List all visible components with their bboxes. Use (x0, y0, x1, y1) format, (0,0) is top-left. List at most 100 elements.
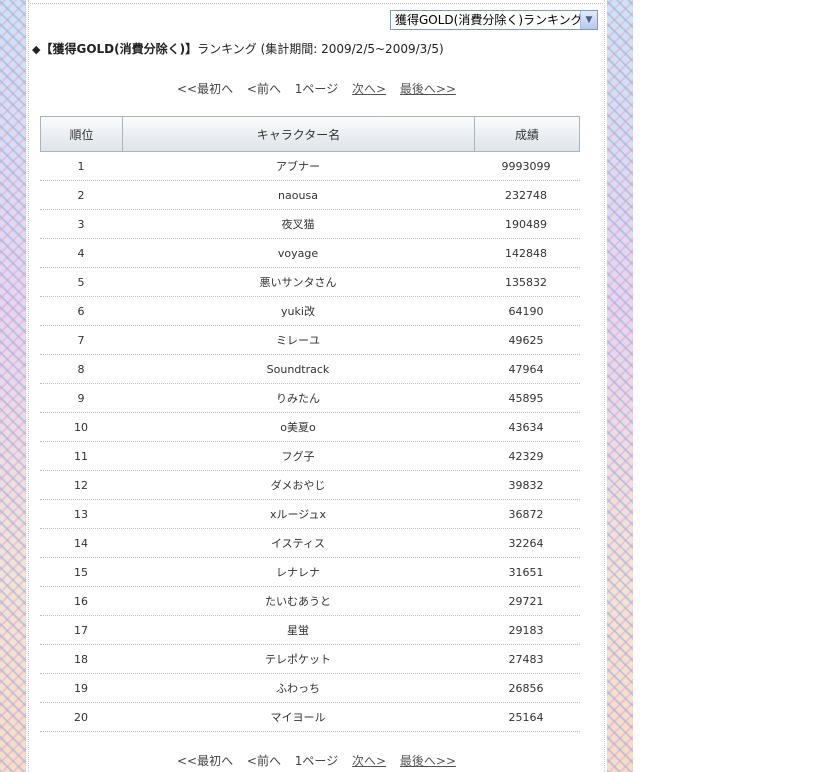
pager-first: <<最初へ (176, 754, 234, 768)
pager-last-link[interactable]: 最後へ>> (400, 752, 456, 769)
cell-rank: 5 (77, 275, 85, 289)
cell-character-name: アブナー (276, 160, 320, 173)
cell-score: 142848 (505, 246, 547, 260)
cell-character-name: 悪いサンタさん (259, 276, 337, 289)
cell-rank: 6 (77, 304, 85, 318)
table-row: 4 voyage 142848 (40, 239, 580, 268)
cell-character-name: o美夏o (280, 421, 316, 434)
cell-score: 27483 (508, 652, 544, 666)
cell-character-name: たいむあうと (265, 595, 331, 608)
pager-first: <<最初へ (176, 82, 234, 96)
table-row: 11 フグ子 42329 (40, 442, 580, 471)
cell-score: 31651 (508, 565, 544, 579)
ranking-type-selected-label: 獲得GOLD(消費分除く)ランキング (395, 13, 583, 27)
cell-score: 45895 (508, 391, 544, 405)
cell-rank: 16 (74, 594, 88, 608)
cell-character-name: voyage (277, 246, 319, 260)
cell-character-name: りみたん (276, 392, 320, 405)
top-divider (30, 3, 603, 4)
ranking-panel: 獲得GOLD(消費分除く)ランキング ▼ ◆【獲得GOLD(消費分除く)】ランキ… (26, 0, 607, 772)
cell-score: 64190 (508, 304, 544, 318)
cell-rank: 10 (74, 420, 88, 434)
table-row: 2 naousa 232748 (40, 181, 580, 210)
table-row: 3 夜叉猫 190489 (40, 210, 580, 239)
table-row: 17 星蛍 29183 (40, 616, 580, 645)
table-row: 16 たいむあうと 29721 (40, 587, 580, 616)
cell-rank: 3 (77, 217, 85, 231)
table-row: 13 xルージュx 36872 (40, 500, 580, 529)
right-divider (604, 0, 605, 772)
cell-character-name: フグ子 (281, 450, 315, 463)
cell-score: 9993099 (501, 159, 551, 173)
cell-rank: 19 (74, 681, 88, 695)
cell-rank: 4 (77, 246, 85, 260)
cell-score: 29183 (508, 623, 544, 637)
cell-character-name: 星蛍 (287, 624, 309, 637)
cell-score: 190489 (505, 217, 547, 231)
pager-next-link[interactable]: 次へ> (352, 80, 386, 97)
header-character-name: キャラクター名 (123, 117, 475, 151)
cell-rank: 11 (74, 449, 88, 463)
cell-score: 42329 (508, 449, 544, 463)
cell-character-name: テレポケット (265, 653, 331, 666)
cell-score: 26856 (508, 681, 544, 695)
ranking-type-select[interactable]: 獲得GOLD(消費分除く)ランキング ▼ (390, 10, 598, 30)
decorative-right-border (607, 0, 633, 772)
cell-rank: 8 (77, 362, 85, 376)
table-header: 順位 キャラクター名 成績 (40, 116, 580, 152)
table-row: 9 りみたん 45895 (40, 384, 580, 413)
cell-character-name: Soundtrack (266, 362, 330, 376)
cell-character-name: yuki改 (281, 305, 315, 318)
cell-character-name: マイヨール (270, 711, 326, 724)
cell-rank: 17 (74, 623, 88, 637)
cell-character-name: xルージュx (269, 508, 327, 521)
pagination-top: <<最初へ <前へ 1ページ 次へ> 最後へ>> (26, 80, 607, 97)
cell-character-name: naousa (278, 188, 318, 202)
table-row: 6 yuki改 64190 (40, 297, 580, 326)
pager-current-page: 1ページ (294, 82, 339, 96)
table-row: 14 イスティス 32264 (40, 529, 580, 558)
chevron-down-icon[interactable]: ▼ (580, 11, 597, 29)
cell-rank: 12 (74, 478, 88, 492)
cell-score: 135832 (505, 275, 547, 289)
table-row: 8 Soundtrack 47964 (40, 355, 580, 384)
pager-current-page: 1ページ (294, 754, 339, 768)
table-row: 19 ふわっち 26856 (40, 674, 580, 703)
cell-character-name: レナレナ (276, 566, 320, 579)
cell-character-name: 夜叉猫 (281, 218, 315, 231)
pager-prev: <前へ (246, 754, 281, 768)
cell-rank: 15 (74, 565, 88, 579)
table-row: 15 レナレナ 31651 (40, 558, 580, 587)
table-row: 7 ミレーユ 49625 (40, 326, 580, 355)
cell-character-name: ふわっち (276, 682, 320, 695)
cell-score: 43634 (508, 420, 544, 434)
cell-rank: 18 (74, 652, 88, 666)
cell-score: 25164 (508, 710, 544, 724)
pager-next-link[interactable]: 次へ> (352, 752, 386, 769)
left-divider (28, 0, 29, 772)
cell-score: 29721 (508, 594, 544, 608)
pager-last-link[interactable]: 最後へ>> (400, 80, 456, 97)
ranking-table: 順位 キャラクター名 成績 1 アブナー 9993099 2 naousa 232748 3… (40, 116, 580, 732)
cell-rank: 2 (77, 188, 85, 202)
cell-score: 47964 (508, 362, 544, 376)
cell-score: 232748 (505, 188, 547, 202)
page: 獲得GOLD(消費分除く)ランキング ▼ ◆【獲得GOLD(消費分除く)】ランキ… (0, 0, 840, 772)
cell-score: 32264 (508, 536, 544, 550)
cell-rank: 9 (77, 391, 85, 405)
table-row: 1 アブナー 9993099 (40, 152, 580, 181)
cell-score: 39832 (508, 478, 544, 492)
cell-score: 49625 (508, 333, 544, 347)
table-row: 5 悪いサンタさん 135832 (40, 268, 580, 297)
decorative-left-border (0, 0, 26, 772)
cell-character-name: イスティス (270, 537, 325, 550)
table-row: 12 ダメおやじ 39832 (40, 471, 580, 500)
cell-rank: 7 (77, 333, 85, 347)
page-title: ◆【獲得GOLD(消費分除く)】ランキング (集計期間: 2009/2/5~20… (32, 40, 444, 57)
pagination-bottom: <<最初へ <前へ 1ページ 次へ> 最後へ>> (26, 752, 607, 769)
cell-rank: 14 (74, 536, 88, 550)
cell-character-name: ダメおやじ (270, 479, 326, 492)
cell-character-name: ミレーユ (276, 334, 320, 347)
table-body: 1 アブナー 9993099 2 naousa 232748 3 夜叉猫 190489 4 voya… (40, 152, 580, 732)
ranking-title: 【獲得GOLD(消費分除く)】 (40, 42, 198, 56)
